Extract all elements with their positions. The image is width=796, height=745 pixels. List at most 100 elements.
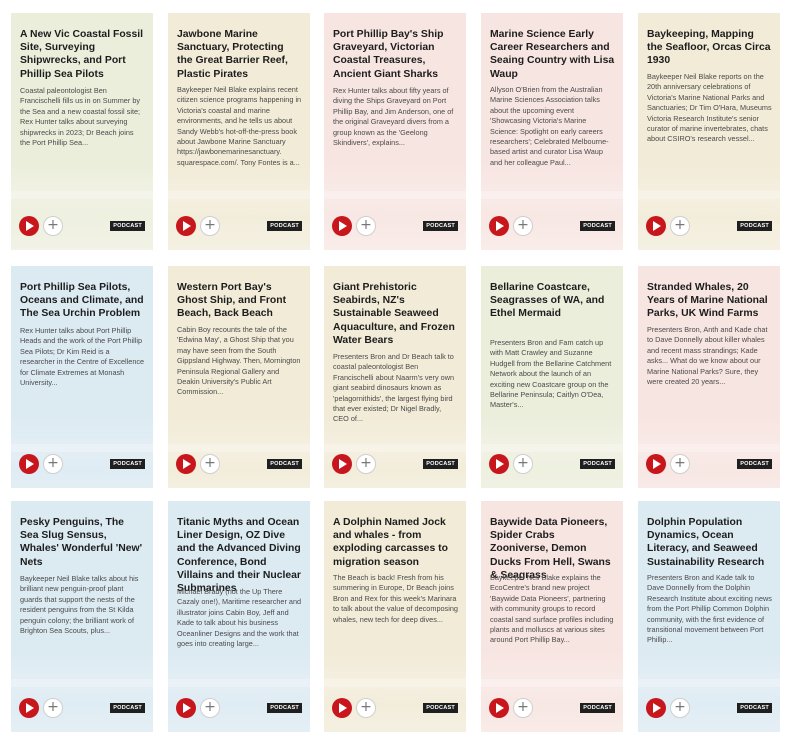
play-button[interactable] <box>176 216 196 236</box>
podcast-card[interactable]: Western Port Bay's Ghost Ship, and Front… <box>168 266 310 488</box>
plus-icon: + <box>674 217 686 233</box>
add-to-playlist-button[interactable]: + <box>513 698 533 718</box>
podcast-card[interactable]: Baykeeping, Mapping the Seafloor, Orcas … <box>638 13 780 250</box>
add-to-playlist-button[interactable]: + <box>43 454 63 474</box>
add-to-playlist-button[interactable]: + <box>200 454 220 474</box>
add-to-playlist-button[interactable]: + <box>356 454 376 474</box>
podcast-card[interactable]: Port Phillip Sea Pilots, Oceans and Clim… <box>11 266 153 488</box>
plus-icon: + <box>47 699 59 715</box>
play-button[interactable] <box>646 216 666 236</box>
episode-title[interactable]: Port Phillip Sea Pilots, Oceans and Clim… <box>20 281 145 321</box>
card-controls: + PODCAST <box>176 698 302 718</box>
play-button[interactable] <box>332 216 352 236</box>
add-to-playlist-button[interactable]: + <box>513 216 533 236</box>
podcast-badge: PODCAST <box>267 703 302 713</box>
add-to-playlist-button[interactable]: + <box>356 216 376 236</box>
episode-description: Baykeeper Neil Blake explains the EcoCen… <box>490 573 614 645</box>
play-button[interactable] <box>332 698 352 718</box>
card-background-stripe <box>11 444 153 452</box>
card-controls: + PODCAST <box>176 216 302 236</box>
add-to-playlist-button[interactable]: + <box>670 698 690 718</box>
add-to-playlist-button[interactable]: + <box>513 454 533 474</box>
play-icon <box>653 703 661 713</box>
episode-title[interactable]: Western Port Bay's Ghost Ship, and Front… <box>177 281 302 321</box>
episode-title[interactable]: Giant Prehistoric Seabirds, NZ's Sustain… <box>333 281 458 347</box>
plus-icon: + <box>204 217 216 233</box>
play-icon <box>26 459 34 469</box>
podcast-badge: PODCAST <box>737 221 772 231</box>
play-button[interactable] <box>19 698 39 718</box>
episode-title[interactable]: Marine Science Early Career Researchers … <box>490 28 615 81</box>
episode-description: Michael Brady (not the Up There Cazaly o… <box>177 587 302 649</box>
episode-title[interactable]: Port Phillip Bay's Ship Graveyard, Victo… <box>333 28 458 81</box>
plus-icon: + <box>204 699 216 715</box>
play-icon <box>339 459 347 469</box>
podcast-card[interactable]: Pesky Penguins, The Sea Slug Sensus, Wha… <box>11 501 153 732</box>
podcast-card[interactable]: A New Vic Coastal Fossil Site, Surveying… <box>11 13 153 250</box>
play-button[interactable] <box>176 454 196 474</box>
add-to-playlist-button[interactable]: + <box>200 698 220 718</box>
play-button[interactable] <box>646 454 666 474</box>
podcast-badge: PODCAST <box>737 459 772 469</box>
podcast-badge: PODCAST <box>580 703 615 713</box>
play-icon <box>653 459 661 469</box>
play-button[interactable] <box>19 454 39 474</box>
episode-title[interactable]: Titanic Myths and Ocean Liner Design, OZ… <box>177 516 302 595</box>
add-to-playlist-button[interactable]: + <box>670 216 690 236</box>
episode-title[interactable]: Jawbone Marine Sanctuary, Protecting the… <box>177 28 302 81</box>
play-button[interactable] <box>489 454 509 474</box>
card-background-stripe <box>324 444 466 452</box>
episode-title[interactable]: Dolphin Population Dynamics, Ocean Liter… <box>647 516 772 569</box>
play-button[interactable] <box>489 698 509 718</box>
play-icon <box>496 221 504 231</box>
card-controls: + PODCAST <box>646 216 772 236</box>
episode-title[interactable]: A New Vic Coastal Fossil Site, Surveying… <box>20 28 145 81</box>
podcast-card[interactable]: Stranded Whales, 20 Years of Marine Nati… <box>638 266 780 488</box>
play-button[interactable] <box>489 216 509 236</box>
podcast-card[interactable]: Bellarine Coastcare, Seagrasses of WA, a… <box>481 266 623 488</box>
episode-title[interactable]: Pesky Penguins, The Sea Slug Sensus, Wha… <box>20 516 145 569</box>
add-to-playlist-button[interactable]: + <box>200 216 220 236</box>
plus-icon: + <box>204 455 216 471</box>
podcast-badge: PODCAST <box>110 459 145 469</box>
episode-description: Rex Hunter talks about fifty years of di… <box>333 86 454 148</box>
episode-description: Cabin Boy recounts the tale of the 'Edwi… <box>177 325 301 397</box>
podcast-card[interactable]: Marine Science Early Career Researchers … <box>481 13 623 250</box>
episode-title[interactable]: Baykeeping, Mapping the Seafloor, Orcas … <box>647 28 772 68</box>
plus-icon: + <box>674 699 686 715</box>
podcast-card[interactable]: Jawbone Marine Sanctuary, Protecting the… <box>168 13 310 250</box>
episode-title[interactable]: Stranded Whales, 20 Years of Marine Nati… <box>647 281 772 321</box>
plus-icon: + <box>517 455 529 471</box>
episode-description: Allyson O'Brien from the Australian Mari… <box>490 85 609 167</box>
plus-icon: + <box>674 455 686 471</box>
add-to-playlist-button[interactable]: + <box>670 454 690 474</box>
card-controls: + PODCAST <box>332 698 458 718</box>
podcast-card[interactable]: Port Phillip Bay's Ship Graveyard, Victo… <box>324 13 466 250</box>
episode-description: Baykeeper Neil Blake reports on the 20th… <box>647 72 772 144</box>
episode-title[interactable]: A Dolphin Named Jock and whales - from e… <box>333 516 458 569</box>
play-button[interactable] <box>332 454 352 474</box>
card-controls: + PODCAST <box>489 454 615 474</box>
play-icon <box>653 221 661 231</box>
podcast-card[interactable]: Baywide Data Pioneers, Spider Crabs Zoon… <box>481 501 623 732</box>
podcast-card[interactable]: Dolphin Population Dynamics, Ocean Liter… <box>638 501 780 732</box>
plus-icon: + <box>360 699 372 715</box>
play-icon <box>183 703 191 713</box>
play-button[interactable] <box>19 216 39 236</box>
podcast-card[interactable]: Giant Prehistoric Seabirds, NZ's Sustain… <box>324 266 466 488</box>
add-to-playlist-button[interactable]: + <box>356 698 376 718</box>
episode-title[interactable]: Bellarine Coastcare, Seagrasses of WA, a… <box>490 281 615 321</box>
podcast-badge: PODCAST <box>110 221 145 231</box>
podcast-card[interactable]: Titanic Myths and Ocean Liner Design, OZ… <box>168 501 310 732</box>
add-to-playlist-button[interactable]: + <box>43 216 63 236</box>
add-to-playlist-button[interactable]: + <box>43 698 63 718</box>
episode-description: Baykeeper Neil Blake explains recent cit… <box>177 85 302 167</box>
card-controls: + PODCAST <box>332 216 458 236</box>
plus-icon: + <box>360 455 372 471</box>
episode-description: Baykeeper Neil Blake talks about his bri… <box>20 574 139 636</box>
card-background-stripe <box>481 444 623 452</box>
play-icon <box>339 221 347 231</box>
play-button[interactable] <box>646 698 666 718</box>
play-button[interactable] <box>176 698 196 718</box>
podcast-card[interactable]: A Dolphin Named Jock and whales - from e… <box>324 501 466 732</box>
